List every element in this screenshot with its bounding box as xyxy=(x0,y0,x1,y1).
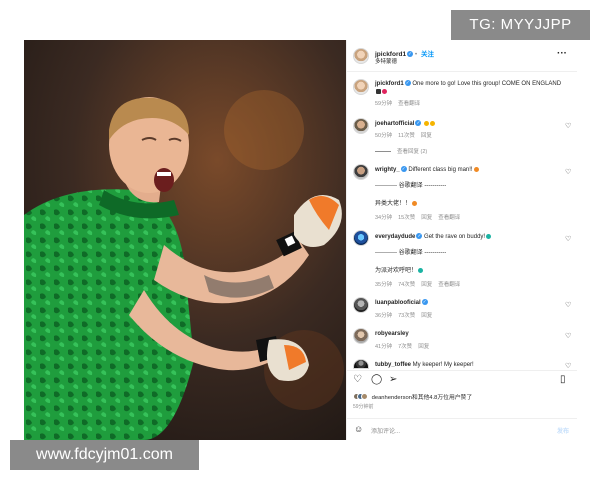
comment-text: My keeper! My keeper! xyxy=(412,362,474,368)
more-horizontal-icon[interactable]: ··· xyxy=(557,48,567,59)
comment-like-heart-icon[interactable]: ♡ xyxy=(565,122,571,130)
comment-row: everydaydude ✓ Get the rave on buddy! xyxy=(375,233,492,241)
flag-icon xyxy=(376,88,381,94)
action-bar: ♡ ◯ ➢ ▯ xyxy=(347,370,577,388)
emoji-icon xyxy=(418,267,424,273)
caption-avatar[interactable] xyxy=(353,79,369,95)
comment-like-heart-icon[interactable]: ♡ xyxy=(565,332,571,340)
emoji-icon xyxy=(430,120,436,126)
comment-row: luanpablooficial ✓ xyxy=(375,299,428,307)
translate-header: ----------- 谷歌翻译 ----------- xyxy=(375,183,447,189)
view-replies-link[interactable]: 查看回复 (2) xyxy=(375,147,433,155)
comment-avatar[interactable] xyxy=(353,359,369,369)
translate-link[interactable]: 查看翻译 xyxy=(438,282,460,288)
share-icon[interactable]: ➢ xyxy=(389,375,397,385)
liker-avatars xyxy=(353,392,368,402)
watermark-top: TG: MYYJJPP xyxy=(451,10,590,40)
comment-likes[interactable]: 11次赞 xyxy=(398,133,415,139)
caption-meta: 59分钟 查看翻译 xyxy=(375,99,426,107)
comment-avatar[interactable] xyxy=(353,118,369,134)
comment-username[interactable]: wrighty_ xyxy=(375,167,400,173)
caption-time: 59分钟 xyxy=(375,101,393,107)
comment-row: robyearsley xyxy=(375,330,409,338)
follow-button[interactable]: 关注 xyxy=(421,51,434,58)
emoji-icon xyxy=(424,120,430,126)
comment-username[interactable]: tubby_toffee xyxy=(375,362,411,368)
heart-icon[interactable]: ♡ xyxy=(353,375,362,385)
post-header: jpickford1 ✓ • 关注 多特蒙德 ··· xyxy=(347,40,577,72)
comment-likes[interactable]: 7次赞 xyxy=(398,344,412,350)
comment-username[interactable]: everydaydude xyxy=(375,234,415,240)
post-photo[interactable]: › ● xyxy=(24,40,346,440)
verified-badge-icon: ✓ xyxy=(416,233,423,240)
comment-likes[interactable]: 15次赞 xyxy=(398,215,415,221)
comment-meta: 41分钟 7次赞 回复 xyxy=(375,342,435,350)
comment-time: 41分钟 xyxy=(375,344,393,350)
comment-avatar[interactable] xyxy=(353,328,369,344)
comment-username[interactable]: joehartofficial xyxy=(375,121,414,127)
comment-row: tubby_toffee My keeper! My keeper! xyxy=(375,361,474,369)
comment-text: Get the rave on buddy! xyxy=(424,234,486,240)
comment-time: 34分钟 xyxy=(375,215,393,221)
comment-input[interactable]: 添加评论... xyxy=(371,426,400,435)
comment-translation: 异类大佬！！ xyxy=(375,200,418,208)
comment-text: Different class big man!! xyxy=(408,167,473,173)
verified-badge-icon: ✓ xyxy=(400,166,407,173)
caption-username[interactable]: jpickford1 xyxy=(375,81,404,87)
comment-avatar[interactable] xyxy=(353,230,369,246)
comment-avatar[interactable] xyxy=(353,164,369,180)
post-time: 59分钟前 xyxy=(353,404,374,410)
likes-summary[interactable]: deanhenderson和其他4.8万位用户赞了 xyxy=(353,392,472,402)
location-label[interactable]: 多特蒙德 xyxy=(375,57,397,65)
reply-button[interactable]: 回复 xyxy=(421,133,432,139)
comment-time: 50分钟 xyxy=(375,133,393,139)
reply-button[interactable]: 回复 xyxy=(421,215,432,221)
post-panel: jpickford1 ✓ • 关注 多特蒙德 ··· jpickford1 ✓ On… xyxy=(346,40,577,440)
comment-likes[interactable]: 74次赞 xyxy=(398,282,415,288)
comment-row: joehartofficial ✓ xyxy=(375,120,436,128)
post-comment-button[interactable]: 发布 xyxy=(557,426,569,435)
caption-text: jpickford1 ✓ One more to go! Love this gr… xyxy=(375,80,561,88)
comment-username[interactable]: robyearsley xyxy=(375,331,409,337)
emoji-smile-icon[interactable]: ☺ xyxy=(354,425,363,434)
caption-flags xyxy=(375,88,387,96)
comment-likes[interactable]: 73次赞 xyxy=(398,313,415,319)
emoji-icon xyxy=(473,166,479,172)
comment-like-heart-icon[interactable]: ♡ xyxy=(565,362,571,370)
goalkeeper-illustration xyxy=(24,40,346,440)
reply-button[interactable]: 回复 xyxy=(421,313,432,319)
caption-translate-link[interactable]: 查看翻译 xyxy=(398,101,420,107)
emoji-icon xyxy=(486,233,492,239)
reply-button[interactable]: 回复 xyxy=(421,282,432,288)
verified-badge-icon: ✓ xyxy=(407,51,414,58)
comment-row: wrighty_ ✓ Different class big man!! xyxy=(375,166,479,174)
comment-translation: 为派对欢呼吧！ xyxy=(375,267,424,275)
translate-header: ----------- 谷歌翻译 ----------- xyxy=(375,250,447,256)
comment-meta: 34分钟 15次赞 回复 查看翻译 xyxy=(375,213,466,221)
bookmark-icon[interactable]: ▯ xyxy=(560,375,566,385)
comment-icon[interactable]: ◯ xyxy=(371,375,382,385)
author-avatar[interactable] xyxy=(353,48,369,64)
comment-time: 36分钟 xyxy=(375,313,393,319)
emoji-icon xyxy=(412,200,418,206)
comment-avatar[interactable] xyxy=(353,297,369,313)
comment-username[interactable]: luanpablooficial xyxy=(375,300,421,306)
caption-body: One more to go! Love this group! COME ON… xyxy=(412,81,562,87)
verified-badge-icon: ✓ xyxy=(421,299,428,306)
comment-like-heart-icon[interactable]: ♡ xyxy=(565,235,571,243)
comment-time: 35分钟 xyxy=(375,282,393,288)
likes-text: deanhenderson和其他4.8万位用户赞了 xyxy=(371,395,473,401)
verified-badge-icon: ✓ xyxy=(415,120,422,127)
comment-like-heart-icon[interactable]: ♡ xyxy=(565,168,571,176)
reply-button[interactable]: 回复 xyxy=(418,344,429,350)
comment-like-heart-icon[interactable]: ♡ xyxy=(565,301,571,309)
translate-link[interactable]: 查看翻译 xyxy=(438,215,460,221)
verified-badge-icon: ✓ xyxy=(404,80,411,87)
comment-input-bar: ☺ 添加评论... 发布 xyxy=(347,418,577,440)
comment-meta: 50分钟 11次赞 回复 xyxy=(375,131,438,139)
heart-emoji-icon xyxy=(382,88,387,94)
watermark-bottom: www.fdcyjm01.com xyxy=(10,440,199,470)
comment-meta: 35分钟 74次赞 回复 查看翻译 xyxy=(375,280,466,288)
comment-meta: 36分钟 73次赞 回复 xyxy=(375,311,438,319)
